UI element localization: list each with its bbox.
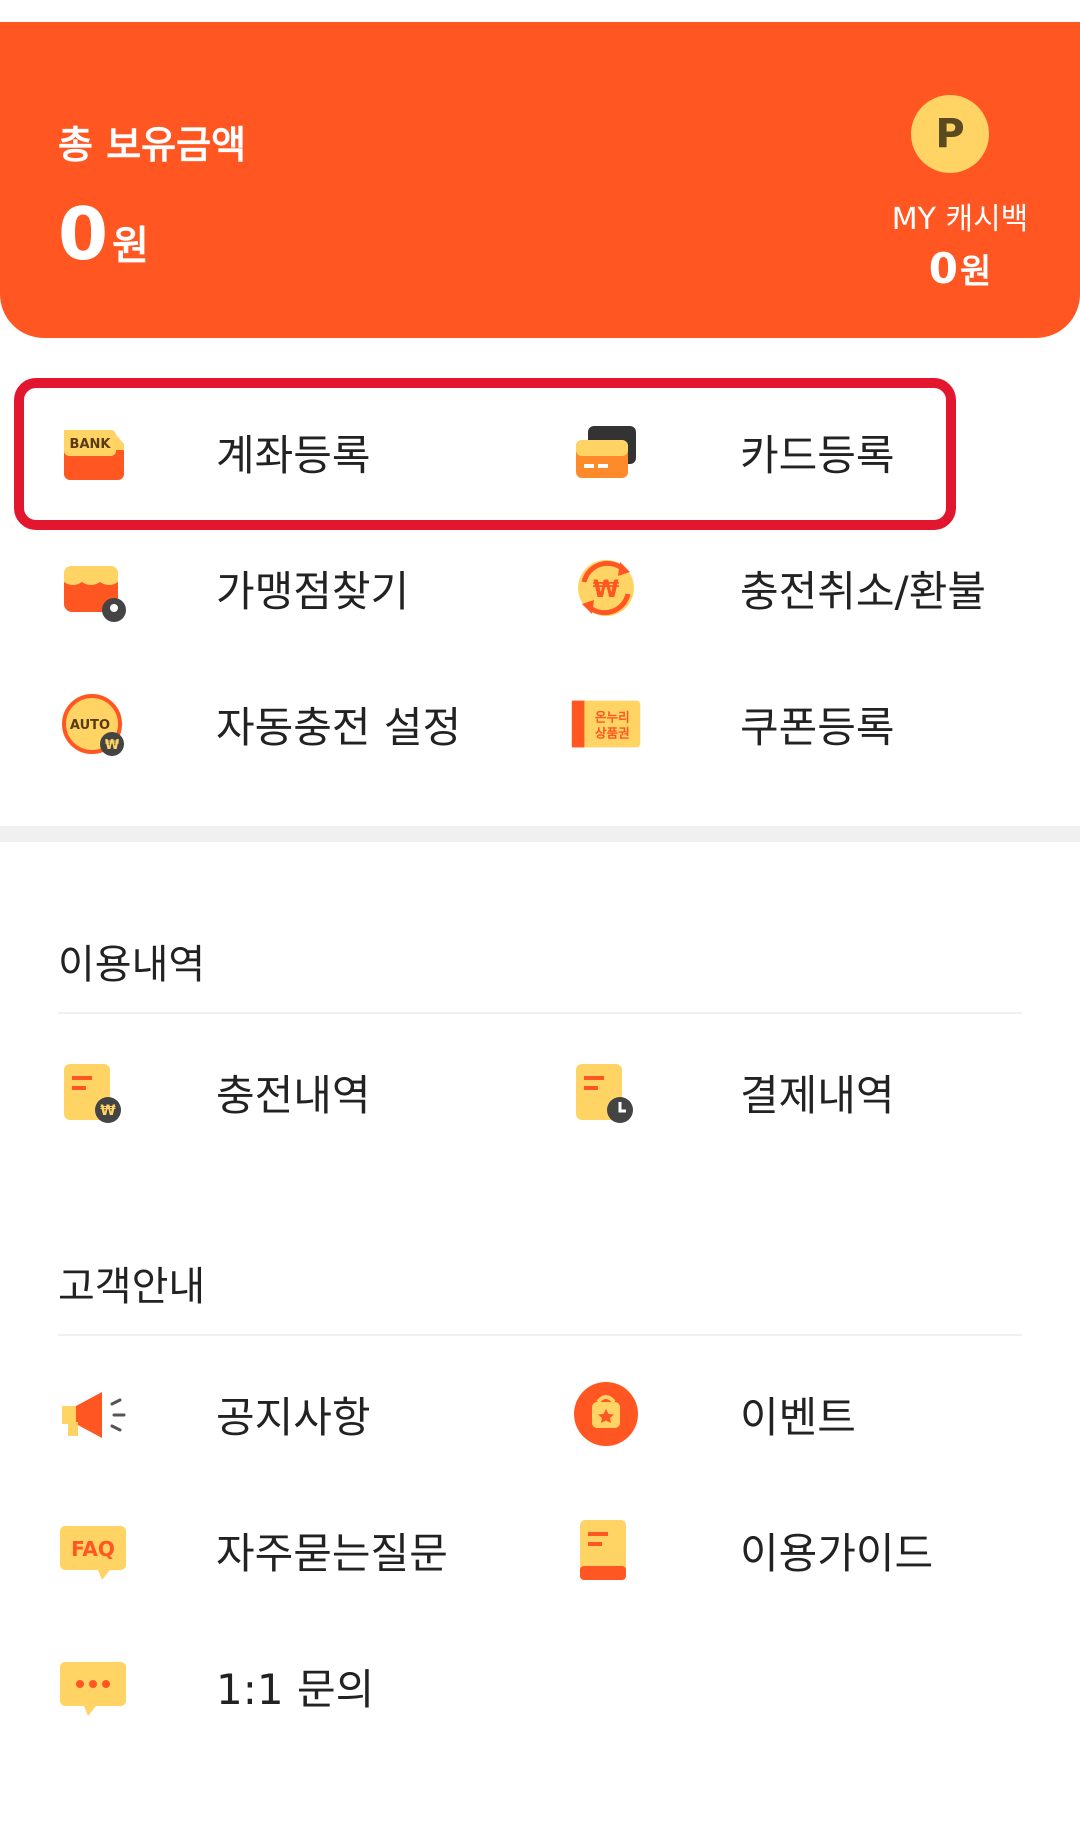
usage-history-title: 이용내역 bbox=[58, 942, 206, 988]
svg-text:AUTO: AUTO bbox=[70, 718, 110, 733]
charge-cancel-button[interactable]: ₩ 충전취소/환불 bbox=[570, 548, 986, 628]
customer-guide-title: 고객안내 bbox=[58, 1264, 206, 1310]
store-location-icon bbox=[58, 552, 130, 624]
svg-text:₩: ₩ bbox=[105, 738, 120, 753]
svg-text:₩: ₩ bbox=[593, 575, 620, 603]
section-divider bbox=[0, 826, 1080, 842]
store-finder-button[interactable]: 가맹점찾기 bbox=[58, 548, 409, 628]
payment-history-label: 결제내역 bbox=[740, 1070, 895, 1120]
cashback-amount[interactable]: 0원 bbox=[860, 244, 1060, 293]
svg-text:온누리: 온누리 bbox=[595, 709, 630, 724]
payment-history-icon bbox=[570, 1056, 642, 1128]
account-register-button[interactable]: BANK 계좌등록 bbox=[58, 412, 371, 492]
payment-history-button[interactable]: 결제내역 bbox=[570, 1052, 895, 1132]
svg-text:₩: ₩ bbox=[100, 1103, 116, 1119]
auto-charge-button[interactable]: AUTO ₩ 자동충전 설정 bbox=[58, 684, 461, 764]
store-finder-label: 가맹점찾기 bbox=[216, 566, 410, 616]
onnuri-voucher-icon: 온누리 상품권 bbox=[570, 688, 642, 760]
card-register-label: 카드등록 bbox=[740, 430, 895, 480]
inquiry-button[interactable]: 1:1 문의 bbox=[58, 1646, 374, 1726]
refund-won-icon: ₩ bbox=[570, 552, 642, 624]
faq-button[interactable]: FAQ 자주묻는질문 bbox=[58, 1510, 448, 1590]
event-icon bbox=[570, 1378, 642, 1450]
bank-icon: BANK bbox=[58, 416, 130, 488]
balance-card: 총 보유금액 0원 P MY 캐시백 0원 bbox=[0, 22, 1080, 338]
card-icon bbox=[570, 416, 642, 488]
guide-book-icon bbox=[570, 1514, 642, 1586]
charge-cancel-label: 충전취소/환불 bbox=[740, 566, 986, 616]
charge-history-icon: ₩ bbox=[58, 1056, 130, 1128]
cashback-value: 0 bbox=[928, 244, 958, 293]
charge-history-label: 충전내역 bbox=[216, 1070, 371, 1120]
notice-button[interactable]: 공지사항 bbox=[58, 1374, 371, 1454]
event-button[interactable]: 이벤트 bbox=[570, 1374, 856, 1454]
total-balance-value: 0 bbox=[58, 192, 109, 276]
usage-guide-label: 이용가이드 bbox=[740, 1528, 934, 1578]
svg-text:상품권: 상품권 bbox=[595, 726, 630, 741]
coupon-register-button[interactable]: 온누리 상품권 쿠폰등록 bbox=[570, 684, 895, 764]
cashback-label[interactable]: MY 캐시백 bbox=[860, 194, 1060, 238]
cashback-unit: 원 bbox=[959, 252, 992, 292]
card-register-button[interactable]: 카드등록 bbox=[570, 412, 895, 492]
point-badge-icon[interactable]: P bbox=[911, 95, 989, 173]
megaphone-icon bbox=[58, 1378, 130, 1450]
inquiry-label: 1:1 문의 bbox=[216, 1664, 375, 1714]
auto-charge-label: 자동충전 설정 bbox=[216, 702, 462, 752]
event-label: 이벤트 bbox=[740, 1392, 856, 1442]
total-balance-unit: 원 bbox=[112, 223, 149, 269]
account-register-label: 계좌등록 bbox=[216, 430, 371, 480]
chat-bubble-icon bbox=[58, 1650, 130, 1722]
faq-label: 자주묻는질문 bbox=[216, 1528, 448, 1578]
faq-icon: FAQ bbox=[58, 1514, 130, 1586]
usage-history-divider bbox=[58, 1012, 1022, 1014]
svg-text:FAQ: FAQ bbox=[71, 1537, 115, 1561]
notice-label: 공지사항 bbox=[216, 1392, 371, 1442]
svg-text:BANK: BANK bbox=[70, 437, 112, 452]
total-balance-label: 총 보유금액 bbox=[58, 123, 247, 167]
coupon-register-label: 쿠폰등록 bbox=[740, 702, 895, 752]
usage-guide-button[interactable]: 이용가이드 bbox=[570, 1510, 933, 1590]
charge-history-button[interactable]: ₩ 충전내역 bbox=[58, 1052, 371, 1132]
auto-charge-icon: AUTO ₩ bbox=[58, 688, 130, 760]
customer-guide-divider bbox=[58, 1334, 1022, 1336]
total-balance-amount: 0원 bbox=[58, 192, 149, 276]
